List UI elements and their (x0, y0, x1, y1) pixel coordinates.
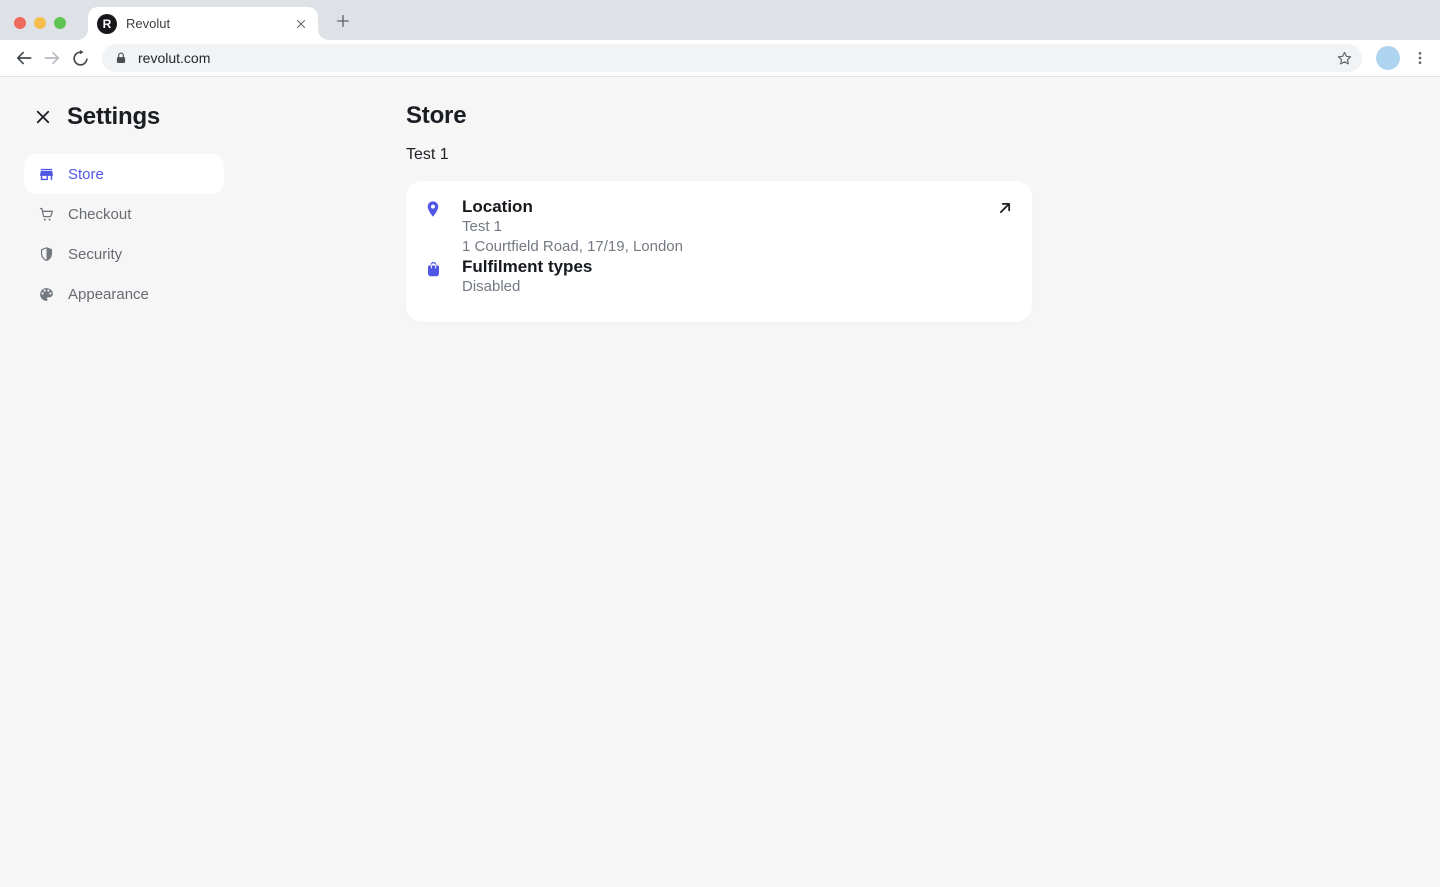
profile-avatar[interactable] (1376, 46, 1400, 70)
browser-tab[interactable]: R Revolut (88, 7, 318, 40)
palette-icon (38, 286, 55, 303)
arrow-up-right-icon[interactable] (994, 197, 1016, 219)
settings-title: Settings (67, 103, 160, 131)
lock-icon[interactable] (114, 51, 128, 65)
reload-icon[interactable] (66, 44, 94, 72)
window-zoom-button[interactable] (54, 17, 66, 29)
window-controls (14, 17, 66, 29)
fulfilment-title: Fulfilment types (462, 257, 592, 277)
tab-title: Revolut (126, 16, 292, 31)
browser-tabstrip: R Revolut (0, 0, 1440, 40)
tab-close-icon[interactable] (292, 15, 310, 33)
new-tab-button[interactable] (331, 9, 355, 33)
window-minimize-button[interactable] (34, 17, 46, 29)
shopping-bag-icon (424, 258, 444, 280)
fulfilment-status: Disabled (462, 277, 592, 297)
browser-toolbar: revolut.com (0, 40, 1440, 77)
location-title: Location (462, 197, 683, 217)
url-text: revolut.com (138, 50, 1332, 66)
store-name-subtitle: Test 1 (406, 146, 1032, 164)
fulfilment-row-body: Fulfilment types Disabled (462, 257, 592, 297)
window-close-button[interactable] (14, 17, 26, 29)
shopping-cart-icon (38, 206, 55, 223)
sidebar-item-label: Security (68, 246, 122, 263)
sidebar-item-checkout[interactable]: Checkout (24, 194, 224, 234)
settings-page: Settings Store Che (0, 77, 1440, 887)
location-pin-icon (424, 198, 444, 220)
sidebar-item-appearance[interactable]: Appearance (24, 274, 224, 314)
shield-icon (38, 246, 55, 263)
fulfilment-types-row[interactable]: Fulfilment types Disabled (424, 257, 1014, 297)
sidebar-header: Settings (24, 103, 224, 131)
location-row[interactable]: Location Test 1 1 Courtfield Road, 17/19… (424, 197, 1014, 257)
address-bar[interactable]: revolut.com (102, 44, 1362, 72)
location-row-body: Location Test 1 1 Courtfield Road, 17/19… (462, 197, 683, 257)
store-settings-panel: Store Test 1 Location Test 1 1 Courtfiel… (240, 77, 1032, 887)
revolut-favicon-icon: R (97, 14, 117, 34)
store-settings-card: Location Test 1 1 Courtfield Road, 17/19… (406, 181, 1032, 322)
page-title: Store (406, 102, 1032, 130)
location-store-name: Test 1 (462, 217, 683, 237)
settings-sidebar: Settings Store Che (0, 77, 240, 887)
browser-menu-icon[interactable] (1410, 46, 1430, 70)
sidebar-item-label: Appearance (68, 286, 149, 303)
settings-nav: Store Checkout (24, 154, 224, 314)
sidebar-item-store[interactable]: Store (24, 154, 224, 194)
forward-icon[interactable] (38, 44, 66, 72)
bookmark-star-icon[interactable] (1332, 46, 1356, 70)
location-address: 1 Courtfield Road, 17/19, London (462, 237, 683, 257)
back-icon[interactable] (10, 44, 38, 72)
sidebar-item-label: Checkout (68, 206, 131, 223)
storefront-icon (38, 166, 55, 183)
sidebar-item-label: Store (68, 166, 104, 183)
sidebar-item-security[interactable]: Security (24, 234, 224, 274)
close-settings-icon[interactable] (34, 108, 52, 126)
